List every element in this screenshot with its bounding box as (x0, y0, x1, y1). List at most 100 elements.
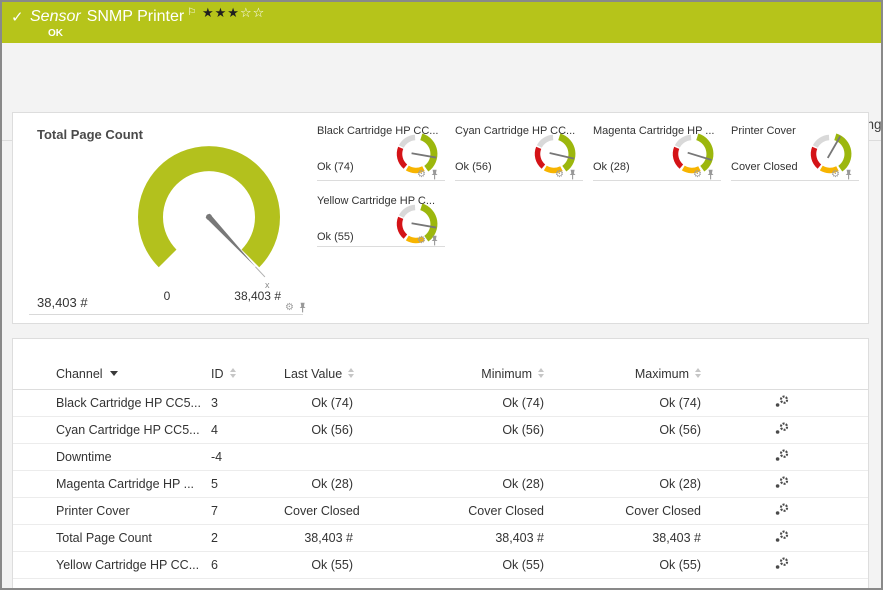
gauge-cell-magenta-cartridge: Magenta Cartridge HP ... Ok (28) ⚙ (593, 125, 721, 181)
cell-channel: Magenta Cartridge HP ... (13, 470, 210, 498)
cell-last-value (284, 443, 361, 471)
gauge-cell-yellow-cartridge: Yellow Cartridge HP C... Ok (55) ⚙ (317, 195, 445, 247)
sort-desc-icon (109, 370, 118, 376)
column-header-channel[interactable]: Channel (13, 359, 210, 390)
gauge-settings-gear-icon[interactable]: ⚙ (555, 169, 564, 180)
cell-minimum: Ok (56) (361, 416, 552, 444)
sort-both-icon (229, 367, 236, 378)
table-row[interactable]: Yellow Cartridge HP CC... 6 Ok (55) Ok (… (13, 551, 868, 579)
pin-icon[interactable] (430, 169, 439, 180)
table-row[interactable]: Downtime -4 (13, 443, 868, 471)
priority-stars[interactable]: ★★★☆☆ (202, 5, 265, 21)
edit-channel-icon[interactable] (775, 476, 790, 489)
cell-maximum: Cover Closed (552, 497, 709, 525)
channels-panel: Channel ID Last Value Minimum Maximum Bl… (12, 338, 869, 588)
gauge-settings-gear-icon[interactable]: ⚙ (417, 235, 426, 246)
channels-table: Channel ID Last Value Minimum Maximum Bl… (13, 359, 868, 579)
cell-channel: Cyan Cartridge HP CC5... (13, 416, 210, 444)
main-gauge-value: 38,403 # (37, 295, 88, 310)
gauge-value: Ok (55) (317, 231, 354, 243)
cell-maximum (552, 443, 709, 471)
gauges-panel: Total Page Count x 0 38,403 # 38,403 # ⚙… (12, 112, 869, 324)
cell-minimum: 38,403 # (361, 524, 552, 552)
gauge-toolbar: ⚙ (555, 169, 577, 180)
column-header-last-value[interactable]: Last Value (284, 359, 361, 390)
cell-minimum: Ok (74) (361, 389, 552, 417)
cell-minimum: Ok (28) (361, 470, 552, 498)
gauge-value: Ok (74) (317, 161, 354, 173)
cell-id: 5 (210, 470, 284, 498)
pin-icon[interactable] (298, 302, 307, 313)
edit-channel-icon[interactable] (775, 422, 790, 435)
edit-channel-icon[interactable] (775, 395, 790, 408)
pin-icon[interactable] (844, 169, 853, 180)
sort-both-icon (348, 367, 355, 378)
gauge-cell-printer-cover: Printer Cover Cover Closed ⚙ (731, 125, 859, 181)
page-title: Sensor SNMP Printer ⚐ (30, 7, 196, 26)
gauge-toolbar: ⚙ (831, 169, 853, 180)
tab-bar: Overview Live Data 2 days 30 days 365 da… (2, 43, 881, 141)
table-row[interactable]: Cyan Cartridge HP CC5... 4 Ok (56) Ok (5… (13, 416, 868, 444)
cell-id: 7 (210, 497, 284, 525)
cell-last-value: Ok (28) (284, 470, 361, 498)
edit-channel-icon[interactable] (775, 503, 790, 516)
table-header-row: Channel ID Last Value Minimum Maximum (13, 359, 868, 390)
table-row[interactable]: Total Page Count 2 38,403 # 38,403 # 38,… (13, 524, 868, 552)
sort-both-icon (695, 367, 701, 378)
gauge-needle (826, 135, 842, 159)
cell-maximum: Ok (28) (552, 470, 709, 498)
gauge-scale-max: 38,403 # (234, 289, 281, 303)
cell-last-value: 38,403 # (284, 524, 361, 552)
sensor-name: SNMP Printer (86, 8, 185, 25)
cell-minimum: Ok (55) (361, 551, 552, 579)
cell-last-value: Ok (74) (284, 389, 361, 417)
main-gauge-divider (29, 314, 303, 315)
status-ok-check-icon: ✓ (11, 9, 24, 26)
cell-id: 2 (210, 524, 284, 552)
cell-last-value: Ok (55) (284, 551, 361, 579)
sensor-type-label: Sensor (30, 8, 81, 25)
cell-id: -4 (210, 443, 284, 471)
pin-icon[interactable] (568, 169, 577, 180)
cell-channel: Yellow Cartridge HP CC... (13, 551, 210, 579)
cell-channel: Black Cartridge HP CC5... (13, 389, 210, 417)
gauge-settings-gear-icon[interactable]: ⚙ (831, 169, 840, 180)
edit-channel-icon[interactable] (775, 530, 790, 543)
column-header-actions (709, 359, 868, 390)
pin-icon[interactable] (706, 169, 715, 180)
table-row[interactable]: Magenta Cartridge HP ... 5 Ok (28) Ok (2… (13, 470, 868, 498)
cell-id: 6 (210, 551, 284, 579)
stars-filled[interactable]: ★★★ (202, 5, 240, 20)
edit-channel-icon[interactable] (775, 449, 790, 462)
cell-maximum: Ok (55) (552, 551, 709, 579)
gauge-cell-cyan-cartridge: Cyan Cartridge HP CC... Ok (56) ⚙ (455, 125, 583, 181)
gauge-cell-black-cartridge: Black Cartridge HP CC... Ok (74) ⚙ (317, 125, 445, 181)
cell-maximum: Ok (74) (552, 389, 709, 417)
gauge-toolbar: ⚙ (693, 169, 715, 180)
cell-maximum: Ok (56) (552, 416, 709, 444)
table-row[interactable]: Black Cartridge HP CC5... 3 Ok (74) Ok (… (13, 389, 868, 417)
gauge-value: Ok (56) (455, 161, 492, 173)
prtg-sensor-page: ✓ SensorSNMP Printer⚐ ★★★☆☆ OK Overview (0, 0, 883, 590)
gauge-value: Cover Closed (731, 161, 798, 173)
cell-minimum (361, 443, 552, 471)
gauge-toolbar: ⚙ (417, 235, 439, 246)
flag-icon[interactable]: ⚐ (187, 7, 196, 18)
gauge-settings-gear-icon[interactable]: ⚙ (417, 169, 426, 180)
edit-channel-icon[interactable] (775, 557, 790, 570)
stars-empty[interactable]: ☆☆ (240, 5, 265, 20)
cell-channel: Downtime (13, 443, 210, 471)
cell-maximum: 38,403 # (552, 524, 709, 552)
column-header-minimum[interactable]: Minimum (361, 359, 552, 390)
column-header-maximum[interactable]: Maximum (552, 359, 709, 390)
gauge-settings-gear-icon[interactable]: ⚙ (693, 169, 702, 180)
cell-id: 3 (210, 389, 284, 417)
table-row[interactable]: Printer Cover 7 Cover Closed Cover Close… (13, 497, 868, 525)
sensor-status-header: ✓ Sensor SNMP Printer ⚐ ★★★☆☆ OK (2, 2, 881, 43)
column-header-id[interactable]: ID (210, 359, 284, 390)
cell-last-value: Ok (56) (284, 416, 361, 444)
cell-id: 4 (210, 416, 284, 444)
gauge-settings-gear-icon[interactable]: ⚙ (285, 302, 294, 313)
gauge-value: Ok (28) (593, 161, 630, 173)
pin-icon[interactable] (430, 235, 439, 246)
